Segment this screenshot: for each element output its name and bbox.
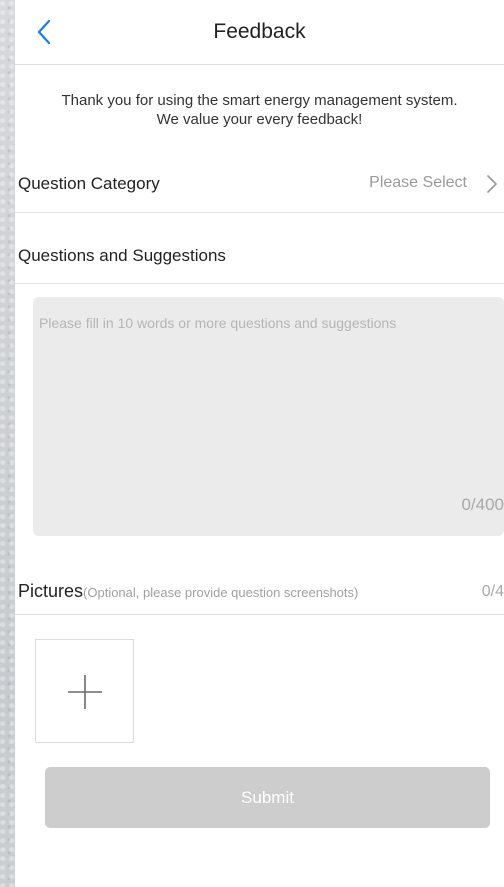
add-picture-button[interactable] bbox=[35, 639, 134, 743]
intro-text: Thank you for using the smart energy man… bbox=[61, 92, 458, 128]
pictures-label: Pictures(Optional, please provide questi… bbox=[18, 581, 358, 602]
pictures-header-row: Pictures(Optional, please provide questi… bbox=[15, 560, 504, 615]
char-counter: 0/400 bbox=[461, 495, 504, 514]
suggestions-box: 0/400 bbox=[33, 297, 504, 536]
feedback-screen: Feedback Thank you for using the smart e… bbox=[15, 0, 504, 887]
page-title: Feedback bbox=[213, 20, 306, 43]
submit-button[interactable]: Submit bbox=[45, 767, 490, 828]
plus-icon bbox=[68, 675, 102, 709]
pictures-hint: (Optional, please provide question scree… bbox=[83, 585, 359, 600]
suggestions-label: Questions and Suggestions bbox=[18, 246, 226, 265]
suggestions-textarea[interactable] bbox=[33, 297, 504, 536]
suggestions-header-row: Questions and Suggestions bbox=[15, 213, 504, 284]
question-category-row[interactable]: Question Category Please Select bbox=[15, 152, 504, 213]
pictures-count: 0/4 bbox=[481, 583, 504, 600]
chevron-right-icon bbox=[487, 175, 497, 193]
pictures-title: Pictures bbox=[18, 581, 84, 601]
question-category-value: Please Select bbox=[369, 174, 467, 191]
nav-bar: Feedback bbox=[15, 0, 504, 65]
question-category-label: Question Category bbox=[18, 174, 160, 193]
